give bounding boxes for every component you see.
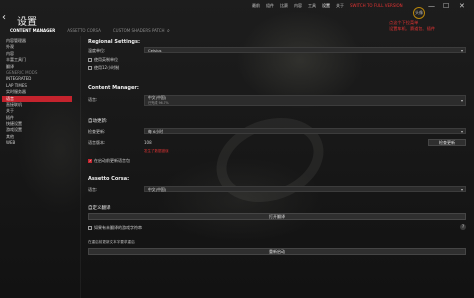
check-update-button[interactable]: 检查更新 bbox=[428, 139, 466, 146]
regional-settings-title: Regional Settings: bbox=[88, 39, 140, 45]
restart-note: 在重启前更新文本字要求重启 bbox=[88, 240, 135, 244]
chevron-down-icon: ▾ bbox=[460, 129, 463, 134]
menu-item-components[interactable]: 组件 bbox=[266, 3, 274, 9]
custom-translation-title: 自定义翻译 bbox=[88, 206, 111, 211]
restart-button[interactable]: 重新启动 bbox=[88, 248, 466, 255]
assetto-corsa-title: Assetto Corsa: bbox=[88, 176, 130, 182]
sidebar-item-web[interactable]: WEB bbox=[2, 140, 72, 146]
full-version-link[interactable]: SWITCH TO FULL VERSION bbox=[350, 3, 403, 9]
menu-item-about[interactable]: 关于 bbox=[336, 3, 344, 9]
info-icon[interactable]: ? bbox=[460, 224, 466, 230]
check-updates-value: 每 6小时 bbox=[148, 129, 164, 134]
sidebar: 内容管理器 外观 内容 丰富工具门 翻译 GENERIC MODS INTEGR… bbox=[2, 38, 72, 147]
check-updates-label: 检查更新: bbox=[88, 129, 106, 134]
twelve-hour-checkbox[interactable] bbox=[88, 66, 92, 70]
language-version-label: 语言版本: bbox=[88, 140, 106, 145]
untranslated-strings-checkbox[interactable] bbox=[88, 226, 92, 230]
ac-language-value: 中文(中国) bbox=[148, 187, 167, 192]
maximize-icon[interactable]: ☐ bbox=[443, 2, 449, 10]
avatar-label: 头像 bbox=[415, 10, 423, 15]
menu-item-tools[interactable]: 工具 bbox=[308, 3, 316, 9]
imperial-units-row[interactable]: 使用英制单位 bbox=[88, 57, 118, 63]
open-translation-button[interactable]: 打开翻译 bbox=[88, 213, 466, 220]
auto-update-checkbox[interactable]: ✓ bbox=[88, 159, 92, 163]
ac-language-select[interactable]: 中文(中国) ▾ bbox=[144, 186, 466, 192]
background-track-shape bbox=[204, 103, 336, 217]
auto-update-row[interactable]: ✓ 在启动前更新语言包 bbox=[88, 158, 130, 164]
untranslated-strings-label: 如果有未翻译的游戏字符串 bbox=[94, 225, 142, 230]
chevron-down-icon: ▾ bbox=[460, 48, 463, 53]
chevron-down-icon: ▾ bbox=[460, 187, 463, 192]
temperature-unit-select[interactable]: Celsius ▾ bbox=[144, 47, 466, 53]
cm-language-label: 语言: bbox=[88, 97, 98, 102]
close-icon[interactable]: ✕ bbox=[459, 2, 465, 10]
menu-item-content[interactable]: 内容 bbox=[294, 3, 302, 9]
language-version-value: 108 bbox=[144, 140, 152, 145]
tab-assetto-corsa[interactable]: ASSETTO CORSA bbox=[65, 28, 103, 36]
check-updates-select[interactable]: 每 6小时 ▾ bbox=[144, 128, 466, 134]
twelve-hour-row[interactable]: 使用12小时制 bbox=[88, 65, 119, 71]
avatar[interactable]: 头像 bbox=[413, 7, 425, 19]
language-version-warning: 发生了数据错误 bbox=[144, 149, 169, 153]
search-icon[interactable]: ⌕ bbox=[167, 28, 170, 34]
menu-item-front[interactable]: 最前 bbox=[252, 3, 260, 9]
temperature-unit-value: Celsius bbox=[148, 48, 162, 53]
imperial-units-checkbox[interactable] bbox=[88, 58, 92, 62]
auto-update-label: 在启动前更新语言包 bbox=[94, 158, 130, 163]
menu-item-settings[interactable]: 设置 bbox=[322, 3, 330, 9]
minimize-icon[interactable]: — bbox=[428, 2, 435, 10]
chevron-down-icon: ▾ bbox=[460, 98, 463, 103]
cm-language-progress: 已完成 96.7% bbox=[148, 100, 169, 105]
top-menu: 最前 组件 比赛 内容 工具 设置 关于 SWITCH TO FULL VERS… bbox=[252, 3, 403, 9]
content-manager-title: Content Manager: bbox=[88, 85, 139, 91]
imperial-units-label: 使用英制单位 bbox=[94, 57, 118, 62]
untranslated-strings-row[interactable]: 如果有未翻译的游戏字符串 bbox=[88, 225, 142, 231]
annotation-note: 点这个下拉菜单 设置车机、赛道包、插件 bbox=[389, 20, 435, 32]
cm-language-select[interactable]: 中文(中国) 已完成 96.7% ▾ bbox=[144, 95, 466, 106]
sidebar-divider bbox=[80, 36, 81, 298]
temperature-unit-label: 温度单位: bbox=[88, 48, 106, 53]
twelve-hour-label: 使用12小时制 bbox=[94, 65, 120, 70]
menu-item-race[interactable]: 比赛 bbox=[280, 3, 288, 9]
settings-tabs: CONTENT MANAGER ASSETTO CORSA CUSTOM SHA… bbox=[0, 28, 167, 36]
tab-content-manager[interactable]: CONTENT MANAGER bbox=[8, 28, 57, 36]
auto-update-title: 自动更新: bbox=[88, 119, 108, 124]
ac-language-label: 语言: bbox=[88, 187, 98, 192]
page-title: 设置 bbox=[17, 17, 37, 28]
annotation-line-2: 设置车机、赛道包、插件 bbox=[389, 26, 436, 31]
back-arrow-icon[interactable]: ‹ bbox=[2, 13, 12, 23]
tab-custom-shaders-patch[interactable]: CUSTOM SHADERS PATCH bbox=[111, 28, 167, 36]
